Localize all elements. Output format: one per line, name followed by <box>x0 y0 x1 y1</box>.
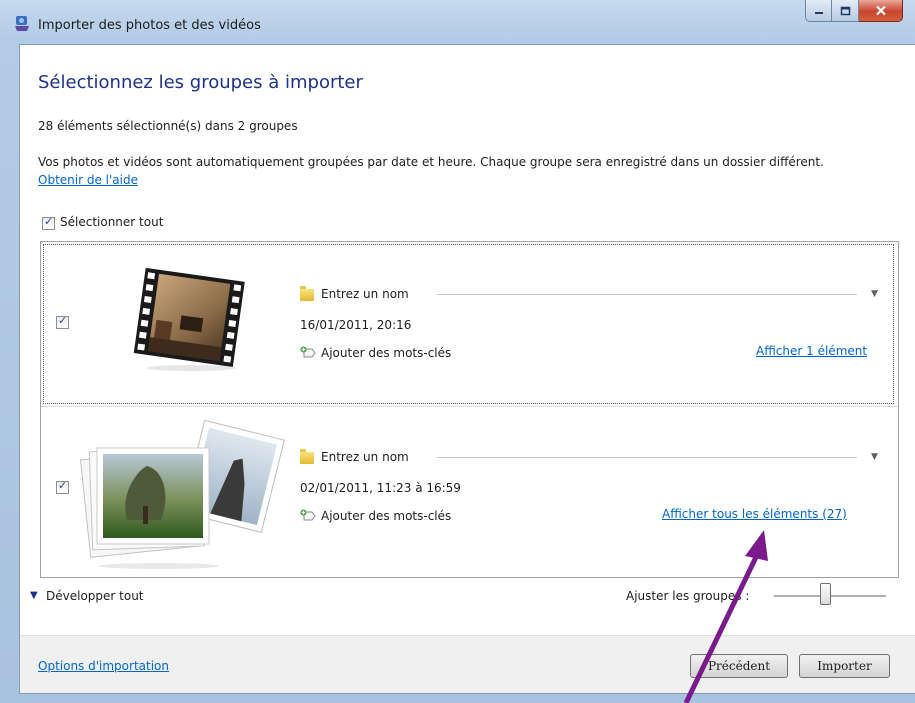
adjust-groups-label: Ajuster les groupes : <box>626 589 750 603</box>
page-heading: Sélectionnez les groupes à importer <box>38 72 363 93</box>
add-tag-icon <box>300 346 316 358</box>
window-title: Importer des photos et des vidéos <box>38 18 261 33</box>
window-controls <box>805 0 903 24</box>
video-filmstrip-thumbnail <box>133 267 245 371</box>
group-1-date: 16/01/2011, 20:16 <box>300 318 412 332</box>
group-1-tags-label[interactable]: Ajouter des mots-clés <box>321 346 451 360</box>
window-frame: Importer des photos et des vidéos Sélect… <box>0 0 915 703</box>
group-1-show-link[interactable]: Afficher 1 élément <box>756 344 867 358</box>
group-1-checkbox[interactable]: ✓ <box>56 314 69 329</box>
description: Vos photos et vidéos sont automatiquemen… <box>38 153 868 189</box>
import-options-link[interactable]: Options d'importation <box>38 659 169 673</box>
select-all-label[interactable]: Sélectionner tout <box>60 215 163 229</box>
description-text: Vos photos et vidéos sont automatiquemen… <box>38 155 824 169</box>
group-2-date: 02/01/2011, 11:23 à 16:59 <box>300 481 461 495</box>
minimize-button[interactable] <box>805 0 832 22</box>
checkmark-icon: ✓ <box>58 479 68 492</box>
selection-count: 28 éléments sélectionné(s) dans 2 groupe… <box>38 119 298 133</box>
group-2-name-field[interactable] <box>437 457 857 458</box>
photo-stack-thumbnail <box>79 420 285 569</box>
group-2-checkbox[interactable]: ✓ <box>56 479 69 494</box>
expand-all-link[interactable]: Développer tout <box>46 589 144 603</box>
previous-button[interactable]: Précédent <box>690 654 788 678</box>
slider-thumb[interactable] <box>820 583 831 605</box>
group-1-name-field[interactable] <box>437 294 857 295</box>
dialog-client-area: Sélectionnez les groupes à importer 28 é… <box>19 44 915 694</box>
add-tag-icon <box>300 509 316 521</box>
close-button[interactable] <box>859 0 903 22</box>
folder-icon <box>300 449 314 464</box>
group-1-name-placeholder[interactable]: Entrez un nom <box>321 287 409 301</box>
chevron-down-icon[interactable]: ▼ <box>30 590 38 601</box>
dialog-footer: Options d'importation Précédent Importer <box>20 635 915 693</box>
app-import-icon <box>15 16 29 31</box>
group-2-tags-label[interactable]: Ajouter des mots-clés <box>321 509 451 523</box>
select-all-checkbox[interactable]: ✓ <box>42 215 55 230</box>
close-icon <box>875 5 886 16</box>
chevron-down-icon[interactable]: ▼ <box>871 289 878 299</box>
folder-icon <box>300 286 314 301</box>
minimize-icon <box>814 11 823 14</box>
chevron-down-icon[interactable]: ▼ <box>871 452 878 462</box>
group-2-show-link[interactable]: Afficher tous les éléments (27) <box>662 507 847 521</box>
import-button[interactable]: Importer <box>799 654 890 678</box>
groups-list[interactable]: ✓ Entrez un nom ▼ 16/01/2011, 20:16 Ajou… <box>40 241 899 578</box>
maximize-icon <box>840 6 850 15</box>
maximize-button[interactable] <box>832 0 859 22</box>
group-2-name-placeholder[interactable]: Entrez un nom <box>321 450 409 464</box>
checkmark-icon: ✓ <box>58 314 68 327</box>
group-separator <box>41 406 898 407</box>
checkmark-icon: ✓ <box>44 215 54 228</box>
help-link[interactable]: Obtenir de l'aide <box>38 173 138 187</box>
title-bar[interactable]: Importer des photos et des vidéos <box>0 0 915 44</box>
